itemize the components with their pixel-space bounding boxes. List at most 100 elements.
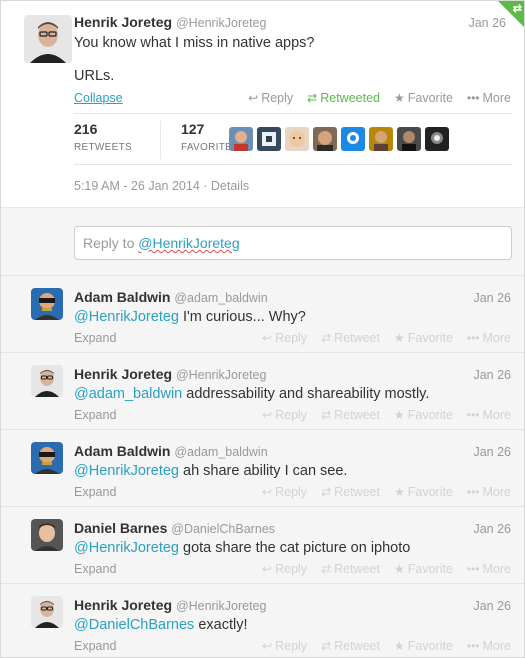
- mention-link[interactable]: @HenrikJoreteg: [74, 463, 179, 479]
- more-button[interactable]: ••• More: [467, 485, 511, 499]
- avatar[interactable]: [31, 288, 63, 320]
- author-handle[interactable]: @adam_baldwin: [174, 291, 267, 305]
- tweet-date[interactable]: Jan 26: [473, 368, 511, 382]
- favorite-button[interactable]: ★ Favorite: [394, 485, 453, 499]
- retweets-stat[interactable]: 216 RETWEETS: [74, 121, 132, 159]
- retweeted-button[interactable]: ⇄ Retweeted: [307, 91, 380, 105]
- author-handle[interactable]: @HenrikJoreteg: [176, 16, 267, 30]
- reply-button[interactable]: ↩ Reply: [248, 91, 293, 105]
- expand-link[interactable]: Expand: [74, 639, 116, 653]
- more-button[interactable]: ••• More: [467, 331, 511, 345]
- tweet-actions: ↩ Reply ⇄ Retweet ★ Favorite ••• More: [248, 562, 511, 576]
- author-name[interactable]: Henrik Joreteg: [74, 366, 172, 382]
- avatar[interactable]: [31, 596, 63, 628]
- favorite-button[interactable]: ★ Favorite: [394, 639, 453, 653]
- avatar[interactable]: [24, 15, 72, 63]
- tweet-date[interactable]: Jan 26: [473, 291, 511, 305]
- favorite-button[interactable]: ★ Favorite: [394, 91, 453, 105]
- star-icon: ★: [393, 91, 405, 105]
- favoriter-avatar[interactable]: [229, 127, 253, 151]
- tweet-actions: ↩ Reply ⇄ Retweet ★ Favorite ••• More: [248, 639, 511, 653]
- avatar[interactable]: [31, 365, 63, 397]
- retweet-icon: ⇄: [321, 639, 332, 653]
- author-handle[interactable]: @adam_baldwin: [174, 445, 267, 459]
- favoriter-avatar[interactable]: [397, 127, 421, 151]
- retweets-count: 216: [74, 121, 98, 137]
- tweet-text: @HenrikJoreteg I'm curious... Why?: [74, 309, 306, 325]
- favoriter-avatar[interactable]: [313, 127, 337, 151]
- expand-link[interactable]: Expand: [74, 562, 116, 576]
- mention-link[interactable]: @HenrikJoreteg: [74, 309, 179, 325]
- reply-icon: ↩: [262, 331, 273, 345]
- favoriter-avatar[interactable]: [369, 127, 393, 151]
- reply-icon: ↩: [262, 562, 273, 576]
- retweet-icon: ⇄: [321, 562, 332, 576]
- tweet-conversation: ⇄ Henrik Joreteg @HenrikJoreteg Jan 26 Y…: [0, 0, 525, 658]
- tweet-date[interactable]: Jan 26: [473, 445, 511, 459]
- tweet-date[interactable]: Jan 26: [473, 599, 511, 613]
- retweet-button[interactable]: ⇄ Retweet: [321, 562, 380, 576]
- reply-button[interactable]: ↩ Reply: [262, 639, 307, 653]
- tweet-actions: ↩ Reply ⇄ Retweet ★ Favorite ••• More: [248, 408, 511, 422]
- star-icon: ★: [393, 331, 405, 345]
- more-button[interactable]: ••• More: [467, 91, 511, 105]
- tweet-text-line2: URLs.: [74, 68, 115, 84]
- reply-button[interactable]: ↩ Reply: [262, 562, 307, 576]
- favorite-button[interactable]: ★ Favorite: [394, 331, 453, 345]
- favorite-button[interactable]: ★ Favorite: [394, 562, 453, 576]
- tweet-date[interactable]: Jan 26: [473, 522, 511, 536]
- reply-button[interactable]: ↩ Reply: [262, 331, 307, 345]
- reply-icon: ↩: [262, 485, 273, 499]
- tweet-timestamp[interactable]: 5:19 AM - 26 Jan 2014: [74, 179, 200, 193]
- tweet-actions: ↩ Reply ⇄ Retweet ★ Favorite ••• More: [248, 485, 511, 499]
- author-name[interactable]: Adam Baldwin: [74, 443, 170, 459]
- author-name[interactable]: Daniel Barnes: [74, 520, 167, 536]
- favoriter-avatar[interactable]: [257, 127, 281, 151]
- avatar[interactable]: [31, 519, 63, 551]
- tweet-meta: 5:19 AM - 26 Jan 2014 · Details: [74, 179, 250, 193]
- collapse-link[interactable]: Collapse: [74, 91, 123, 105]
- retweet-icon: ⇄: [307, 91, 318, 105]
- avatar[interactable]: [31, 442, 63, 474]
- expand-link[interactable]: Expand: [74, 485, 116, 499]
- retweet-button[interactable]: ⇄ Retweet: [321, 485, 380, 499]
- reply-icon: ↩: [248, 91, 259, 105]
- author-handle[interactable]: @HenrikJoreteg: [176, 599, 267, 613]
- more-button[interactable]: ••• More: [467, 639, 511, 653]
- author-name[interactable]: Adam Baldwin: [74, 289, 170, 305]
- favoriter-avatar[interactable]: [285, 127, 309, 151]
- retweet-button[interactable]: ⇄ Retweet: [321, 331, 380, 345]
- reply-tweet[interactable]: Daniel Barnes @DanielChBarnes Jan 26 @Henr…: [1, 506, 524, 583]
- reply-button[interactable]: ↩ Reply: [262, 408, 307, 422]
- retweet-button[interactable]: ⇄ Retweet: [321, 639, 380, 653]
- more-button[interactable]: ••• More: [467, 562, 511, 576]
- reply-button[interactable]: ↩ Reply: [262, 485, 307, 499]
- reply-tweet[interactable]: Henrik Joreteg @HenrikJoreteg Jan 26 @adam…: [1, 352, 524, 429]
- favorite-button[interactable]: ★ Favorite: [394, 408, 453, 422]
- main-tweet[interactable]: ⇄ Henrik Joreteg @HenrikJoreteg Jan 26 Y…: [1, 1, 524, 207]
- retweet-icon: ⇄: [321, 408, 332, 422]
- reply-tweet[interactable]: Adam Baldwin @adam_baldwin Jan 26 @HenrikJ…: [1, 275, 524, 352]
- mention-link[interactable]: @DanielChBarnes: [74, 617, 194, 633]
- tweet-date[interactable]: Jan 26: [468, 16, 506, 30]
- author-name[interactable]: Henrik Joreteg: [74, 597, 172, 613]
- mention-link[interactable]: @adam_baldwin: [74, 386, 182, 402]
- more-icon: •••: [466, 485, 480, 499]
- details-link[interactable]: Details: [211, 179, 249, 193]
- reply-input[interactable]: Reply to @HenrikJoreteg: [74, 226, 512, 260]
- retweet-button[interactable]: ⇄ Retweet: [321, 408, 380, 422]
- reply-tweet[interactable]: Henrik Joreteg @HenrikJoreteg Jan 26 @Dani…: [1, 583, 524, 657]
- favoriter-avatar[interactable]: [341, 127, 365, 151]
- reply-tweet[interactable]: Adam Baldwin @adam_baldwin Jan 26 @HenrikJ…: [1, 429, 524, 506]
- more-icon: •••: [466, 91, 480, 105]
- author-handle[interactable]: @HenrikJoreteg: [176, 368, 267, 382]
- expand-link[interactable]: Expand: [74, 331, 116, 345]
- author-handle[interactable]: @DanielChBarnes: [171, 522, 275, 536]
- more-icon: •••: [466, 639, 480, 653]
- author-name[interactable]: Henrik Joreteg: [74, 14, 172, 30]
- favoriter-avatar[interactable]: [425, 127, 449, 151]
- mention-link[interactable]: @HenrikJoreteg: [74, 540, 179, 556]
- more-button[interactable]: ••• More: [467, 408, 511, 422]
- tweet-text: @HenrikJoreteg ah share ability I can se…: [74, 463, 348, 479]
- expand-link[interactable]: Expand: [74, 408, 116, 422]
